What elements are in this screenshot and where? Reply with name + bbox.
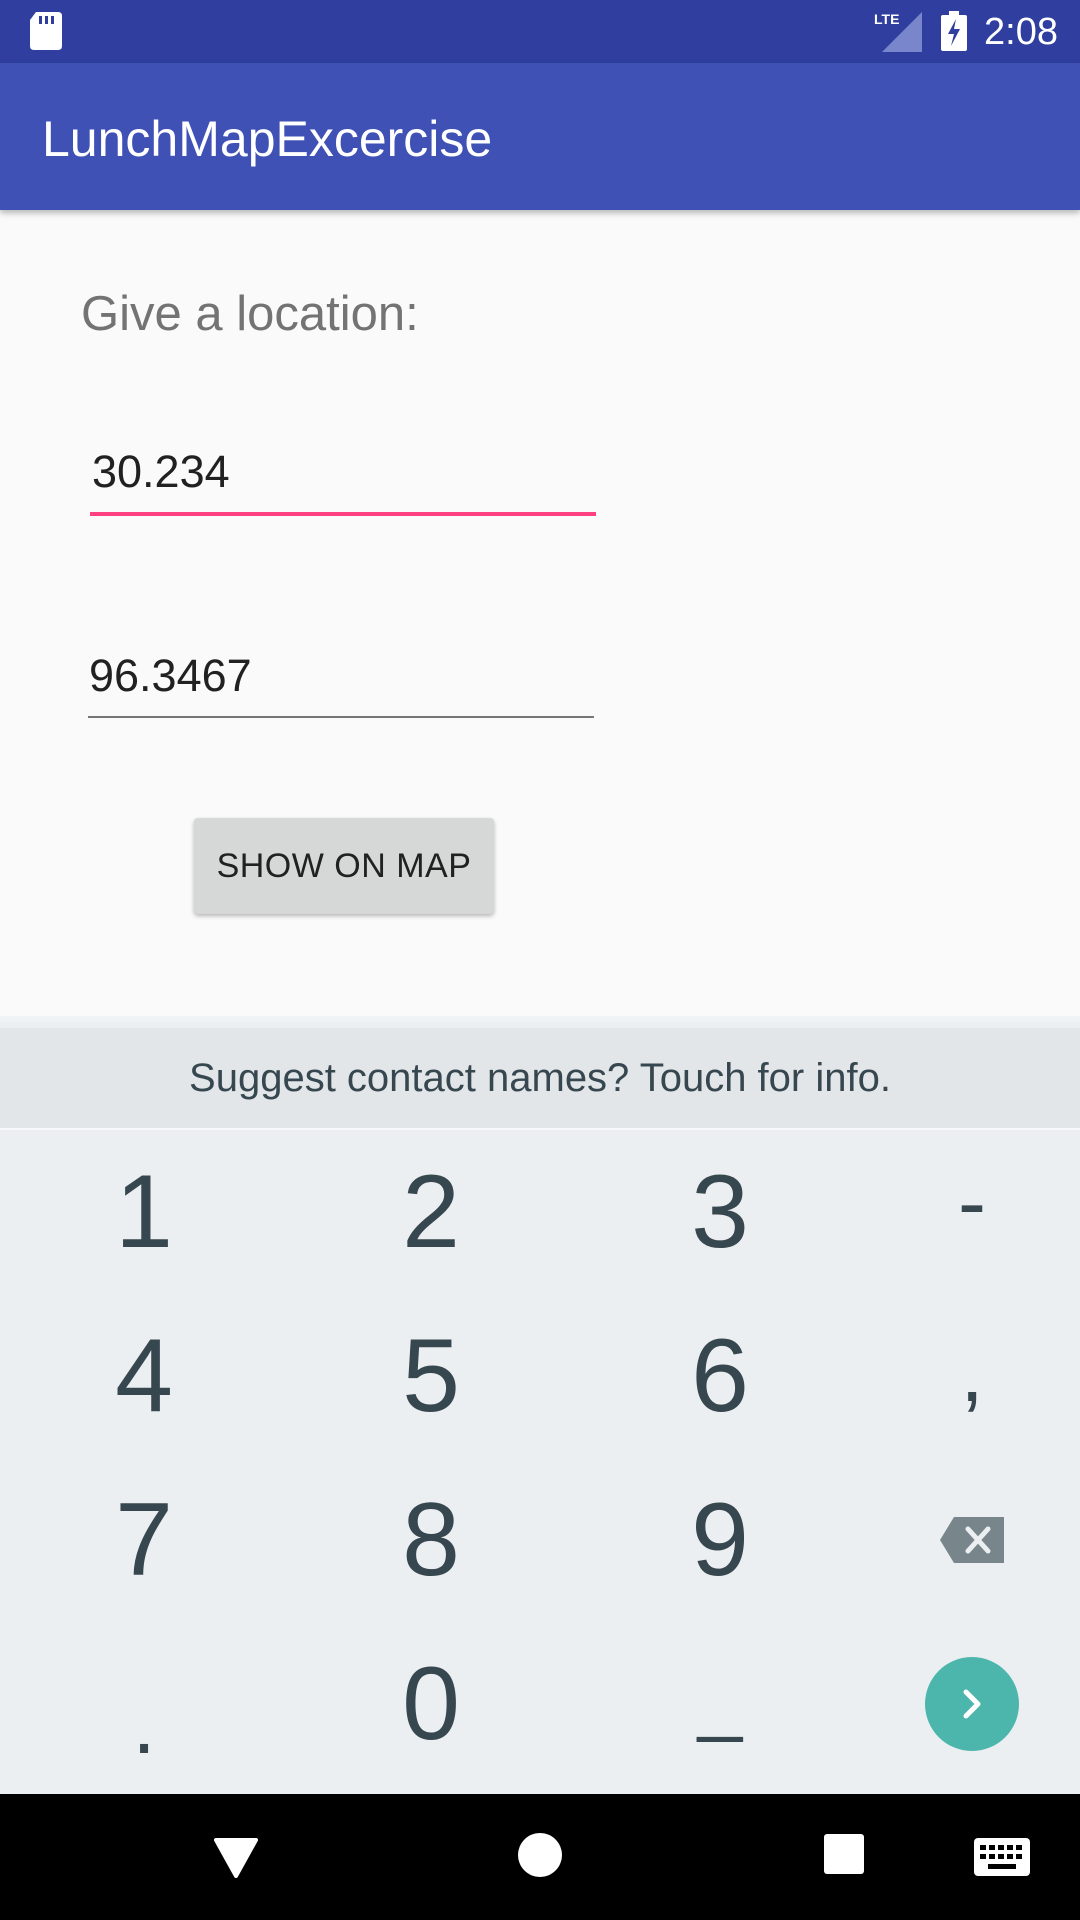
screen: LTE 2:08 LunchMapExcercise Give a locati… <box>0 0 1080 1920</box>
show-on-map-label: SHOW ON MAP <box>216 846 472 885</box>
back-icon[interactable] <box>214 1834 258 1878</box>
key-comma-label: , <box>960 1324 984 1419</box>
enter-button[interactable] <box>925 1657 1019 1751</box>
key-3[interactable]: 3 <box>585 1130 855 1294</box>
location-prompt-label: Give a location: <box>81 287 419 341</box>
backspace-icon <box>940 1517 1004 1563</box>
key-3-label: 3 <box>691 1153 749 1270</box>
key-underscore-label: _ <box>697 1654 743 1743</box>
key-2[interactable]: 2 <box>296 1130 566 1294</box>
key-comma[interactable]: , <box>837 1290 1080 1454</box>
enter-icon <box>963 1689 981 1719</box>
app-title: LunchMapExcercise <box>42 111 493 167</box>
key-1-label: 1 <box>115 1153 173 1270</box>
key-8-label: 8 <box>402 1481 460 1598</box>
key-9-label: 9 <box>691 1481 749 1598</box>
keyboard-switch-icon[interactable] <box>974 1838 1030 1876</box>
key-enter[interactable] <box>837 1622 1080 1786</box>
latitude-input-value: 30.234 <box>92 446 230 497</box>
latitude-input[interactable]: 30.234 <box>90 442 596 516</box>
longitude-input-value: 96.3467 <box>89 650 252 701</box>
svg-text:LTE: LTE <box>874 11 899 27</box>
key-8[interactable]: 8 <box>296 1458 566 1622</box>
key-minus[interactable]: - <box>837 1120 1080 1284</box>
key-period[interactable]: . <box>9 1622 279 1786</box>
lte-signal-icon: LTE <box>874 11 922 52</box>
numeric-keyboard: Suggest contact names? Touch for info. 1… <box>0 1016 1080 1800</box>
suggestion-strip[interactable]: Suggest contact names? Touch for info. <box>0 1028 1080 1130</box>
key-5[interactable]: 5 <box>296 1294 566 1458</box>
key-underscore[interactable]: _ <box>585 1622 855 1786</box>
app-bar: LunchMapExcercise <box>0 63 1080 210</box>
key-4[interactable]: 4 <box>9 1294 279 1458</box>
key-5-label: 5 <box>402 1317 460 1434</box>
status-time: 2:08 <box>984 11 1058 53</box>
key-7[interactable]: 7 <box>9 1458 279 1622</box>
key-6-label: 6 <box>691 1317 749 1434</box>
key-2-label: 2 <box>402 1153 460 1270</box>
key-0-label: 0 <box>402 1645 460 1762</box>
key-period-label: . <box>132 1676 156 1771</box>
navigation-bar <box>0 1794 1080 1920</box>
suggestion-text: Suggest contact names? Touch for info. <box>189 1056 891 1100</box>
home-icon[interactable] <box>517 1832 563 1878</box>
show-on-map-button[interactable]: SHOW ON MAP <box>194 818 494 914</box>
key-backspace[interactable] <box>837 1458 1080 1622</box>
key-7-label: 7 <box>115 1481 173 1598</box>
key-9[interactable]: 9 <box>585 1458 855 1622</box>
battery-charging-icon <box>941 11 967 51</box>
recents-icon[interactable] <box>823 1833 865 1875</box>
longitude-input[interactable]: 96.3467 <box>88 646 594 718</box>
key-1[interactable]: 1 <box>9 1130 279 1294</box>
main-content: Give a location: 30.234 96.3467 SHOW ON … <box>0 210 1080 1016</box>
key-minus-label: - <box>958 1154 986 1249</box>
key-0[interactable]: 0 <box>296 1622 566 1786</box>
key-4-label: 4 <box>115 1317 173 1434</box>
status-bar: LTE 2:08 <box>0 0 1080 63</box>
key-6[interactable]: 6 <box>585 1294 855 1458</box>
sd-card-icon <box>30 12 62 50</box>
